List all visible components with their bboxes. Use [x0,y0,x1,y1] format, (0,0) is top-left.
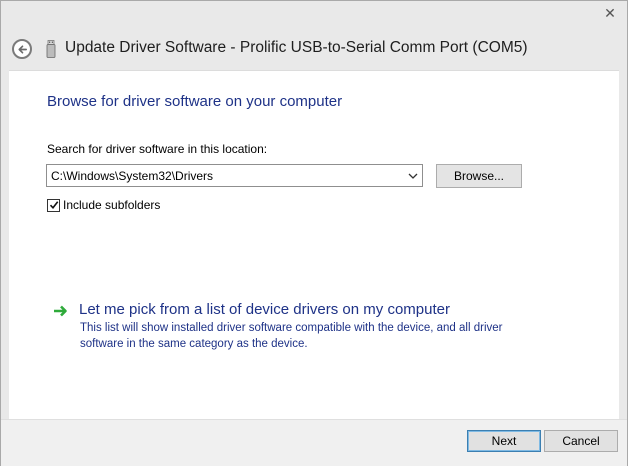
update-driver-window: ✕ Update Driver Software - Prolific USB-… [0,0,628,466]
search-location-label: Search for driver software in this locat… [47,142,268,156]
include-subfolders-option[interactable]: Include subfolders [47,197,160,213]
usb-device-icon [46,40,56,58]
green-arrow-icon [54,305,67,317]
pick-from-list-description: This list will show installed driver sof… [80,322,503,350]
path-combobox[interactable] [46,164,423,187]
close-button[interactable]: ✕ [599,5,621,22]
dialog-header: Update Driver Software - Prolific USB-to… [1,28,627,69]
include-subfolders-checkbox[interactable] [47,198,60,212]
cancel-button[interactable]: Cancel [544,430,618,452]
pick-from-list-link[interactable]: Let me pick from a list of device driver… [53,301,553,356]
back-arrow-icon [17,44,27,54]
path-input[interactable] [47,165,401,186]
checkmark-icon [49,201,58,210]
window-title: Update Driver Software - Prolific USB-to… [65,39,528,56]
next-button[interactable]: Next [467,430,541,452]
close-icon: ✕ [604,5,616,21]
browse-button[interactable]: Browse... [436,164,522,188]
dialog-content: Browse for driver software on your compu… [9,70,619,419]
page-heading: Browse for driver software on your compu… [47,93,343,110]
back-button[interactable] [12,39,32,59]
pick-from-list-title[interactable]: Let me pick from a list of device driver… [79,301,450,318]
chevron-down-icon[interactable] [406,168,420,183]
dialog-footer: Next Cancel [1,419,627,466]
include-subfolders-label: Include subfolders [63,198,161,212]
